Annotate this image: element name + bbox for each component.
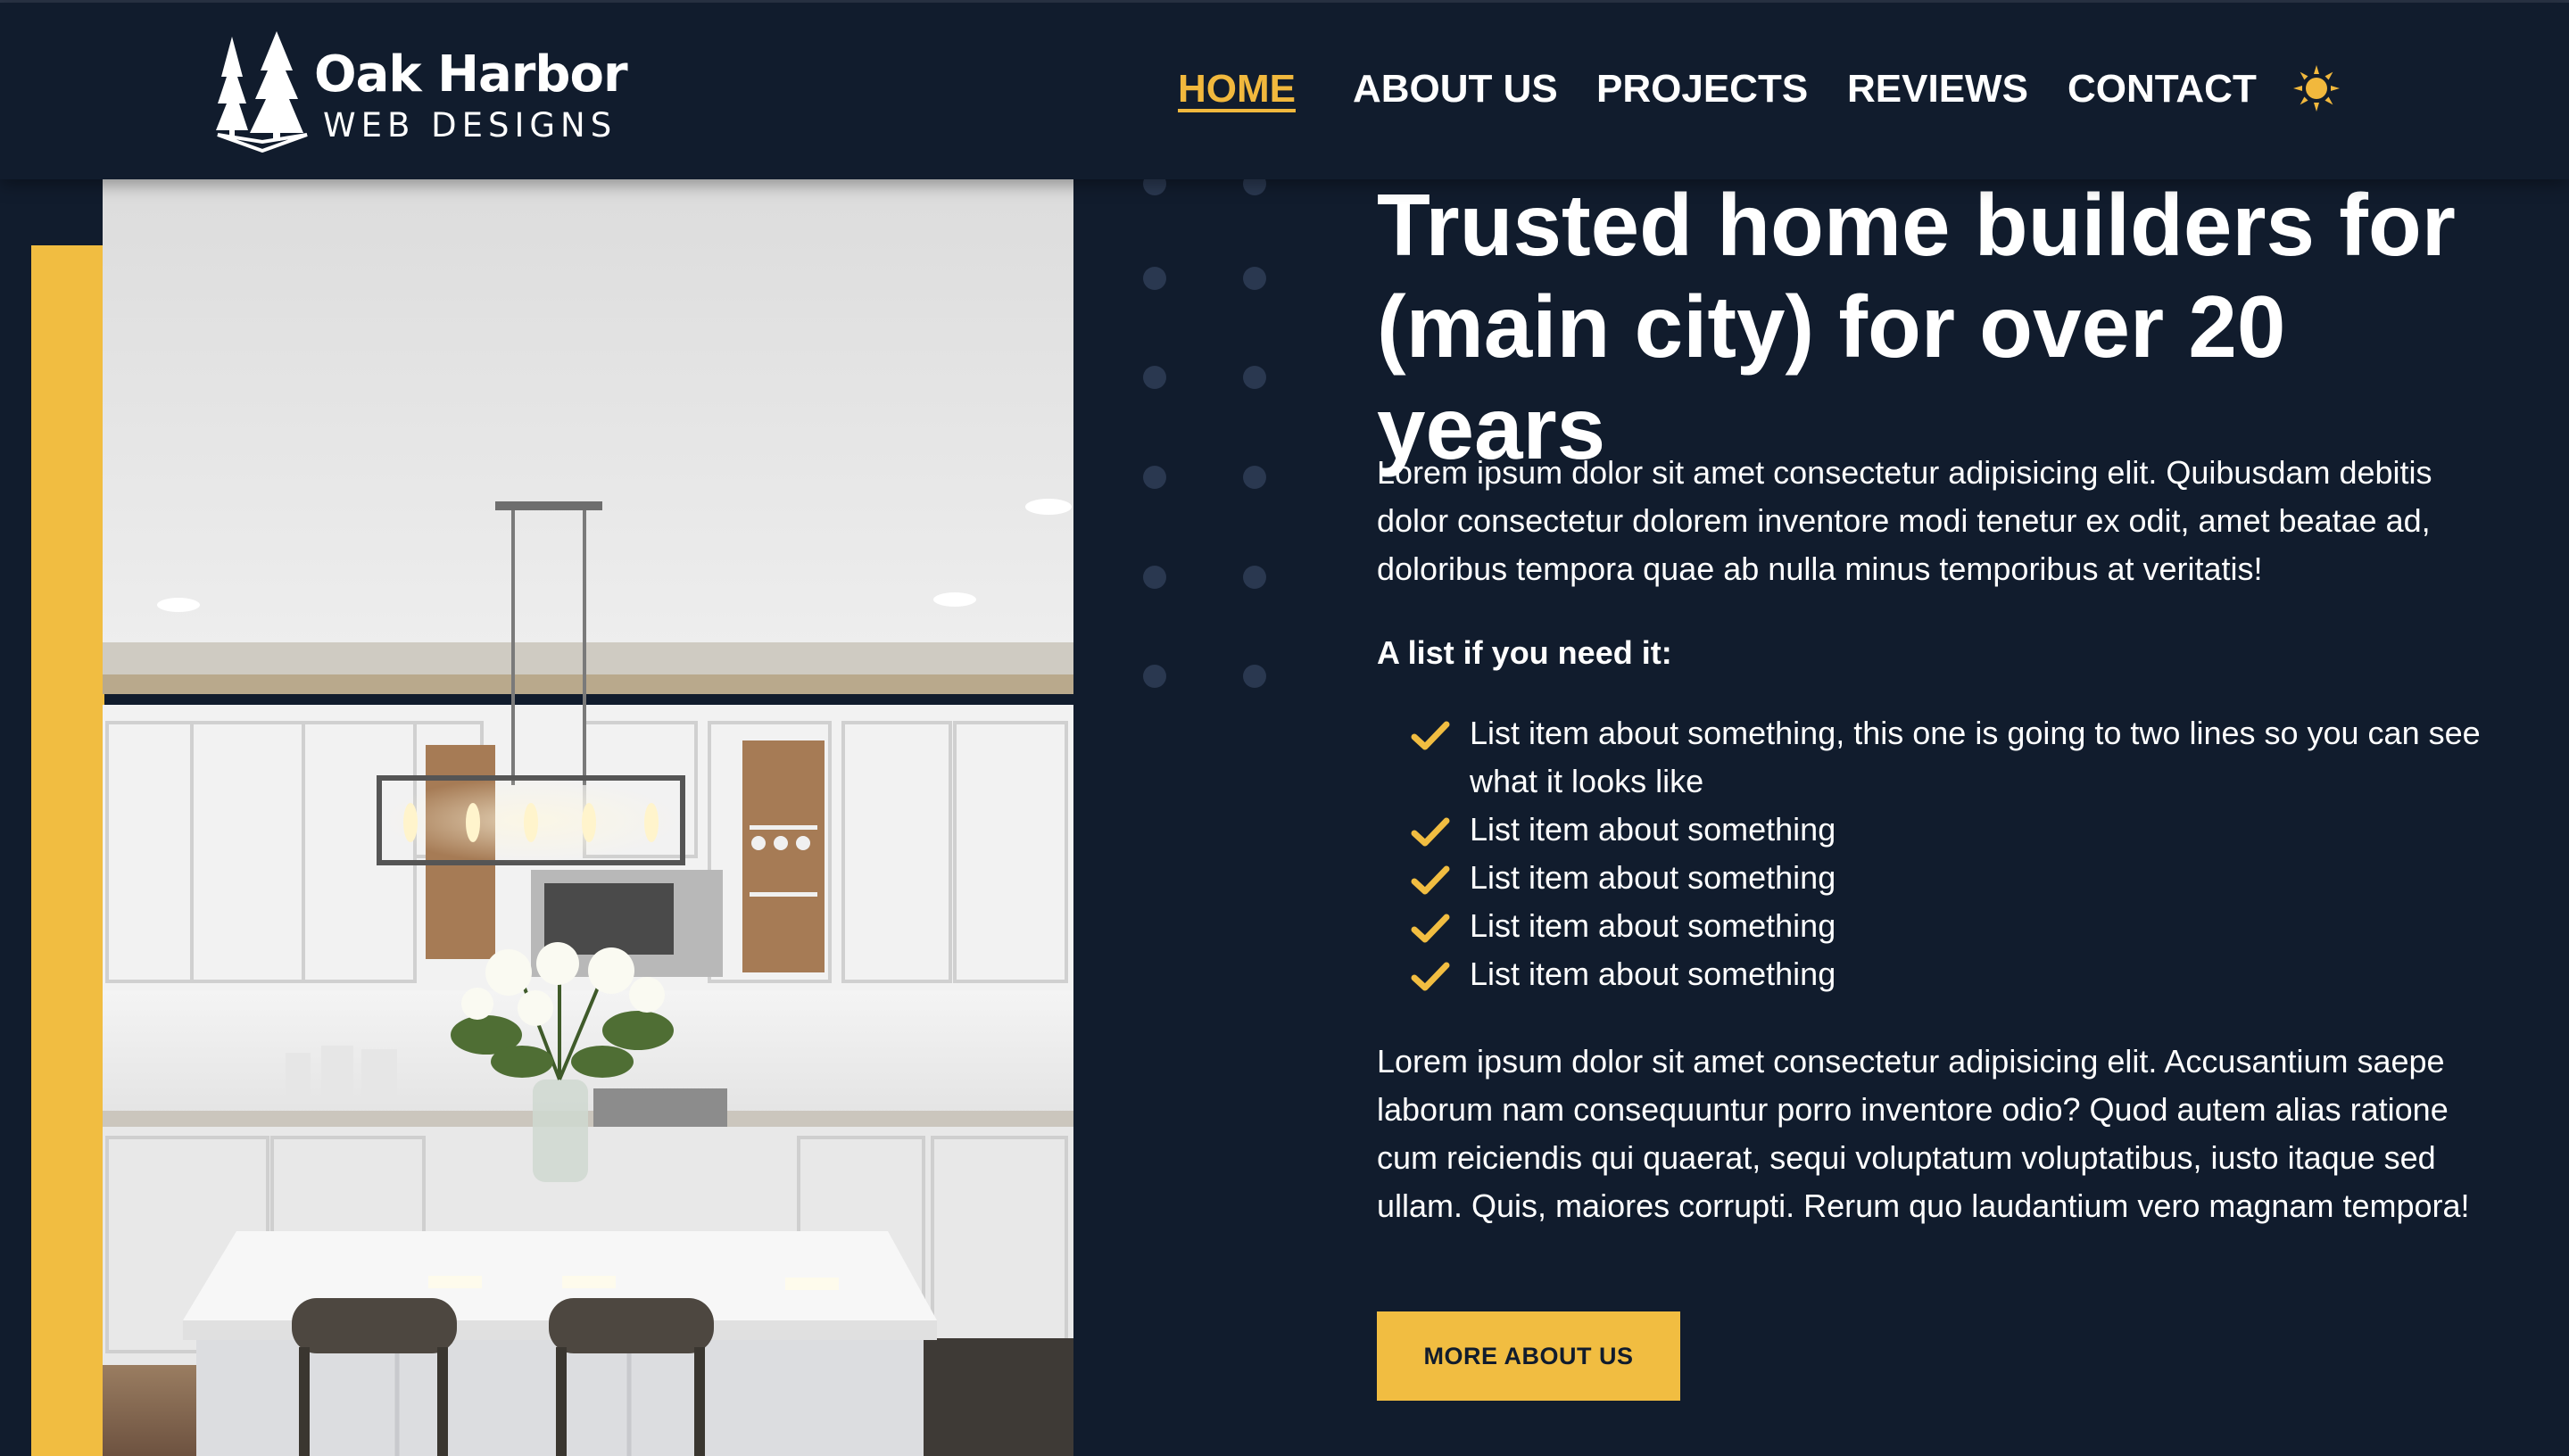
list-item: List item about something: [1411, 854, 2482, 902]
sun-icon[interactable]: [2293, 65, 2340, 112]
list-item: List item about something: [1411, 806, 2482, 854]
check-icon: [1411, 721, 1450, 750]
page-title: Trusted home builders for (main city) fo…: [1377, 176, 2456, 477]
list-heading: A list if you need it:: [1377, 634, 1672, 671]
list-item: List item about something: [1411, 950, 2482, 998]
intro-paragraph: Lorem ipsum dolor sit amet consectetur a…: [1377, 454, 2432, 587]
dot-grid-decoration: [1143, 172, 1266, 688]
body-paragraph: Lorem ipsum dolor sit amet consectetur a…: [1377, 1043, 2470, 1224]
accent-bar: [31, 245, 104, 1456]
brand-name: Oak Harbor: [314, 46, 628, 103]
feature-list: List item about something, this one is g…: [1411, 709, 2482, 998]
list-item-text: List item about something: [1470, 811, 1836, 848]
nav-projects[interactable]: PROJECTS: [1596, 67, 1808, 112]
nav-about-us[interactable]: ABOUT US: [1353, 67, 1558, 112]
about-content: Trusted home builders for (main city) fo…: [1377, 174, 2483, 1401]
list-item-text: List item about something: [1470, 859, 1836, 896]
site-header: Oak Harbor WEB DESIGNS HOME ABOUT US PRO…: [0, 3, 2569, 179]
list-item-text: List item about something, this one is g…: [1470, 715, 2481, 799]
nav-contact[interactable]: CONTACT: [2068, 67, 2257, 112]
more-about-us-button[interactable]: MORE ABOUT US: [1377, 1311, 1680, 1401]
check-icon: [1411, 817, 1450, 847]
check-icon: [1411, 962, 1450, 991]
nav-home[interactable]: HOME: [1178, 67, 1296, 112]
logo[interactable]: Oak Harbor WEB DESIGNS: [214, 28, 628, 157]
list-item-text: List item about something: [1470, 907, 1836, 944]
list-item: List item about something, this one is g…: [1411, 709, 2482, 806]
check-icon: [1411, 865, 1450, 895]
trees-logo-icon: [216, 31, 308, 153]
check-icon: [1411, 914, 1450, 943]
nav-reviews[interactable]: REVIEWS: [1847, 67, 2028, 112]
brand-tagline: WEB DESIGNS: [323, 106, 617, 145]
kitchen-photo: [103, 178, 1073, 1456]
list-item-text: List item about something: [1470, 956, 1836, 992]
page: Oak Harbor WEB DESIGNS HOME ABOUT US PRO…: [0, 0, 2569, 1456]
list-item: List item about something: [1411, 902, 2482, 950]
